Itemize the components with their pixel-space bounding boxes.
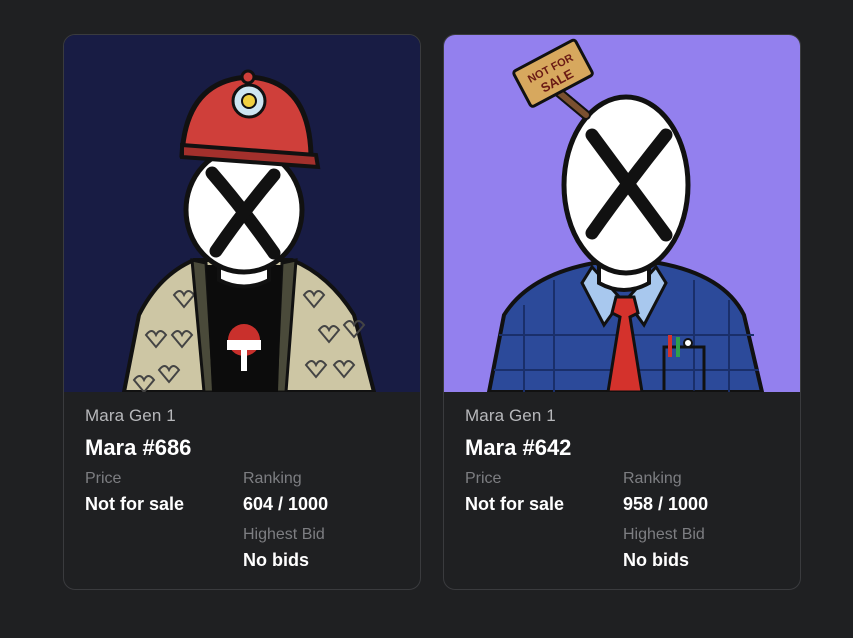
ranking-label: Ranking — [243, 470, 302, 487]
ranking-value: 604 / 1000 — [243, 494, 329, 514]
ranking-label: Ranking — [623, 470, 682, 487]
highest-bid-label: Highest Bid — [243, 526, 325, 543]
mara-642-artwork: NOT FOR SALE — [444, 35, 800, 392]
nft-title[interactable]: Mara #642 — [465, 434, 784, 462]
nft-card-mara-686[interactable]: Mara Gen 1 Mara #686 Price Not for sale … — [63, 34, 421, 590]
price-label: Price — [465, 470, 502, 487]
price-value: Not for sale — [465, 494, 565, 514]
highest-bid-label: Highest Bid — [623, 526, 705, 543]
price-label: Price — [85, 470, 122, 487]
highest-bid-value: No bids — [243, 550, 309, 570]
nft-card-mara-642[interactable]: NOT FOR SALE Mara Gen 1 Mara #642 Price … — [443, 34, 801, 590]
mara-686-artwork — [64, 35, 420, 392]
collection-name[interactable]: Mara Gen 1 — [85, 405, 404, 427]
collection-name[interactable]: Mara Gen 1 — [465, 405, 784, 427]
nft-image[interactable]: NOT FOR SALE — [444, 35, 800, 392]
highest-bid-value: No bids — [623, 550, 689, 570]
price-value: Not for sale — [85, 494, 185, 514]
nft-title[interactable]: Mara #686 — [85, 434, 404, 462]
nft-image[interactable] — [64, 35, 420, 392]
ranking-value: 958 / 1000 — [623, 494, 709, 514]
